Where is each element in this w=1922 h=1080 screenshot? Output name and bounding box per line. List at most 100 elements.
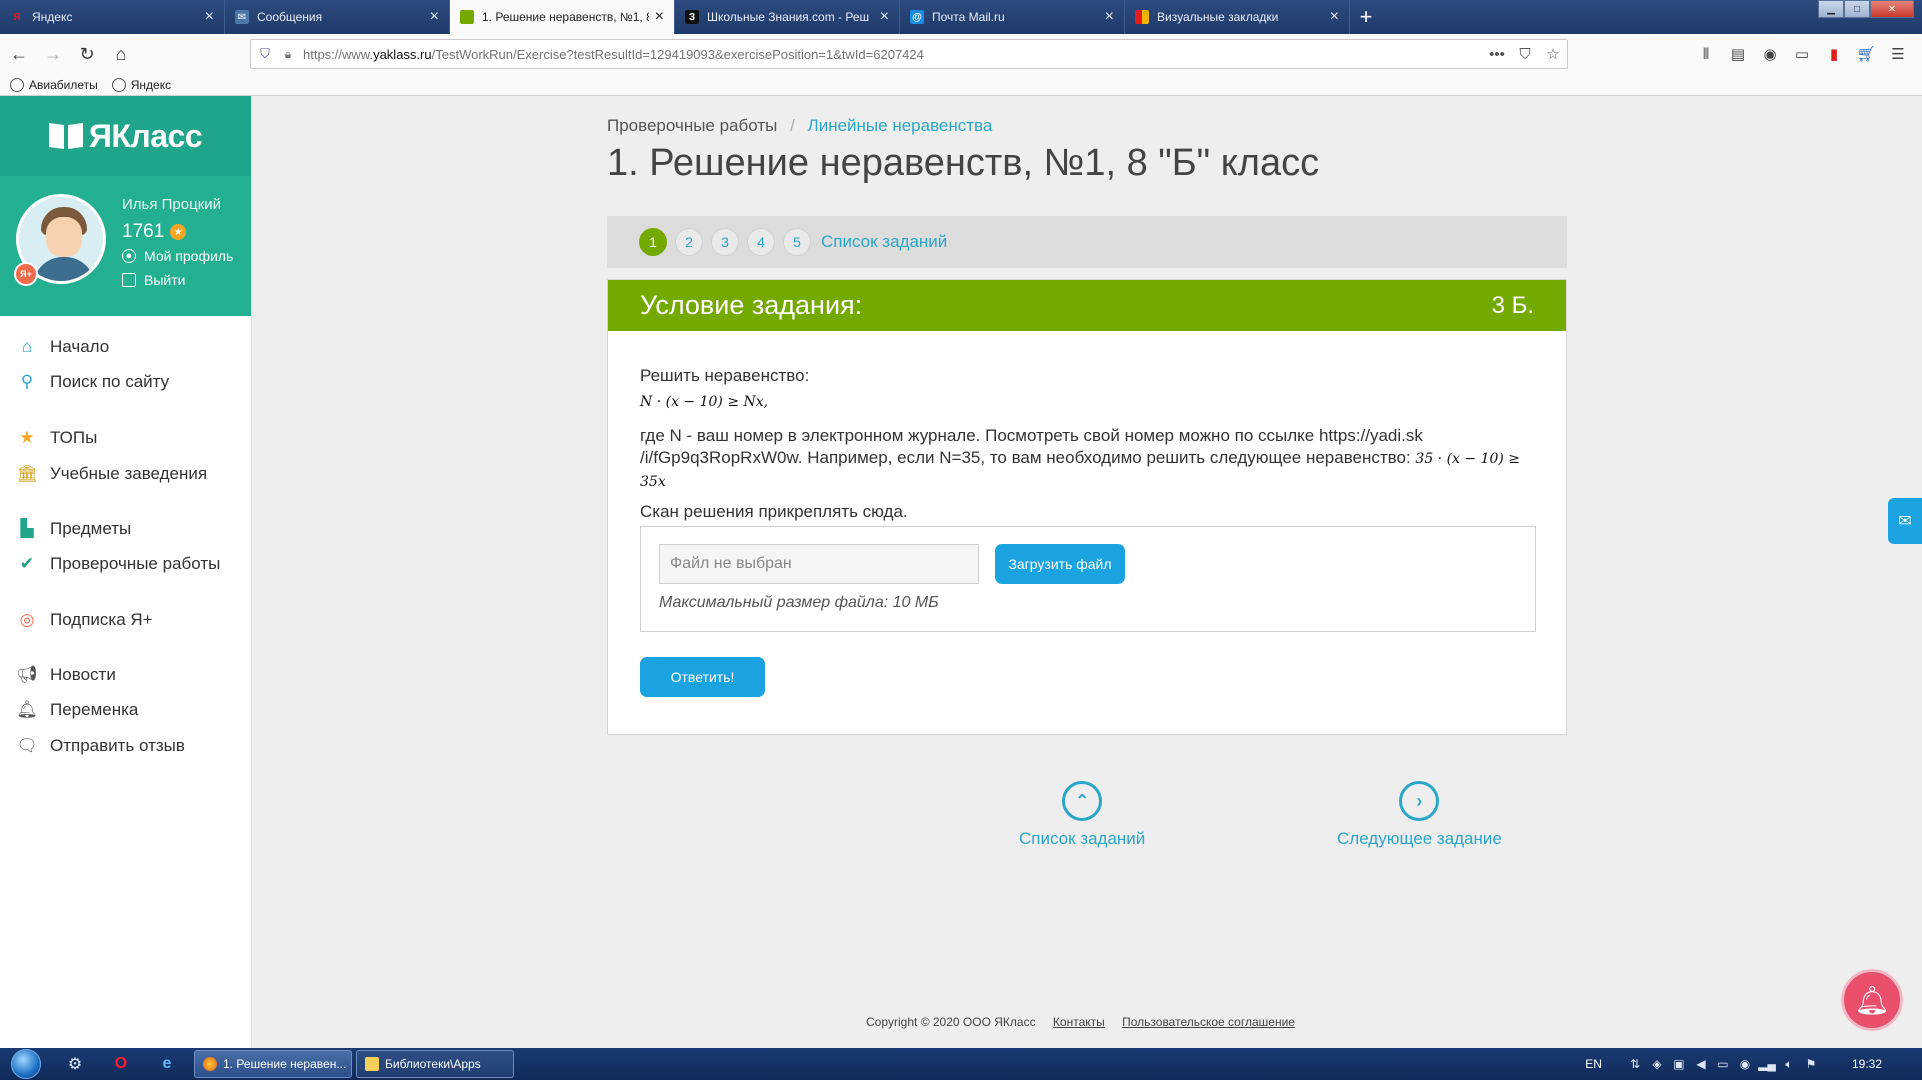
tab-yandex[interactable]: Я Яндекс × xyxy=(0,0,225,34)
taskbar-firefox[interactable]: 1. Решение неравен... xyxy=(194,1050,352,1078)
sidebar-item-tests[interactable]: ✔ Проверочные работы xyxy=(16,553,220,575)
bookmark-yandex[interactable]: Яндекс xyxy=(111,77,171,92)
back-button[interactable]: ← xyxy=(4,39,34,69)
forward-button[interactable]: → xyxy=(38,39,68,69)
language-indicator[interactable]: EN xyxy=(1585,1057,1602,1071)
opera-icon[interactable]: O xyxy=(98,1048,144,1080)
network-tray-icon[interactable]: ⇅ xyxy=(1624,1057,1646,1071)
yaklass-logo[interactable]: ЯКласс xyxy=(0,96,251,176)
close-tab-icon[interactable]: × xyxy=(880,9,889,25)
tab-messages[interactable]: ✉ Сообщения × xyxy=(225,0,450,34)
bookmark-aviabilety[interactable]: Авиабилеты xyxy=(10,77,98,92)
display-tray-icon[interactable]: ▭ xyxy=(1712,1057,1734,1071)
bookmark-star-icon[interactable]: ☆ xyxy=(1539,45,1567,63)
url-text[interactable]: https://www.yaklass.ru/TestWorkRun/Exerc… xyxy=(297,47,1483,62)
signal-icon[interactable]: ▂▄ xyxy=(1756,1057,1778,1071)
quicklaunch-app-icon[interactable]: ⚙ xyxy=(52,1048,98,1080)
sidebar-icon[interactable]: ▤ xyxy=(1722,40,1754,68)
home-button[interactable]: ⌂ xyxy=(106,39,136,69)
library-icon[interactable]: ⫴ xyxy=(1690,40,1722,68)
question-number-4[interactable]: 4 xyxy=(747,228,775,256)
megaphone-icon: 📢︎ xyxy=(16,665,38,684)
task-header-title: Условие задания: xyxy=(640,290,863,320)
task-list-link[interactable]: Список заданий xyxy=(821,232,947,252)
yandex-bookmark-icon[interactable]: ▮ xyxy=(1818,40,1850,68)
bookmarks-bar: Авиабилеты Яндекс xyxy=(0,74,1922,96)
upload-box: Файл не выбран Загрузить файл Максимальн… xyxy=(640,526,1536,632)
tab-yaklass[interactable]: 1. Решение неравенств, №1, 8 × xyxy=(450,0,675,34)
sidebar-item-subjects[interactable]: ▙ Предметы xyxy=(16,518,131,540)
account-icon[interactable]: ◉ xyxy=(1754,40,1786,68)
clock[interactable]: 19:32 xyxy=(1852,1057,1882,1071)
shield-icon[interactable]: ⛉ xyxy=(251,46,279,62)
file-input[interactable]: Файл не выбран xyxy=(659,544,979,584)
sidebar-item-feedback[interactable]: 🗨︎ Отправить отзыв xyxy=(16,735,185,757)
cart-icon[interactable]: 🛒︎ xyxy=(1850,40,1882,68)
volume-icon[interactable]: 🔈︎ xyxy=(1778,1057,1800,1072)
close-tab-icon[interactable]: × xyxy=(1330,9,1339,25)
start-button[interactable] xyxy=(0,1048,52,1080)
close-tab-icon[interactable]: × xyxy=(205,9,214,25)
user-name[interactable]: Илья Процкий xyxy=(122,196,221,213)
url-bar[interactable]: ⛉ 🔒︎ https://www.yaklass.ru/TestWorkRun/… xyxy=(250,39,1568,69)
question-number-2[interactable]: 2 xyxy=(675,228,703,256)
question-number-3[interactable]: 3 xyxy=(711,228,739,256)
tab-bookmarks[interactable]: Визуальные закладки × xyxy=(1125,0,1350,34)
question-number-1[interactable]: 1 xyxy=(639,228,667,256)
maximize-button[interactable]: □ xyxy=(1844,0,1870,18)
sidebar-item-home[interactable]: ⌂ Начало xyxy=(16,336,109,358)
task-header: Условие задания: 3 Б. xyxy=(608,280,1566,331)
taskbar-explorer[interactable]: Библиотеки\Apps xyxy=(356,1050,514,1078)
tab-mail[interactable]: @ Почта Mail.ru × xyxy=(900,0,1125,34)
upload-file-button[interactable]: Загрузить файл xyxy=(995,544,1125,584)
page-actions-icon[interactable]: ••• xyxy=(1483,46,1511,63)
breadcrumb-current[interactable]: Линейные неравенства xyxy=(808,116,993,135)
new-tab-button[interactable]: + xyxy=(1350,0,1382,34)
breadcrumb-home[interactable]: Проверочные работы xyxy=(607,116,777,135)
sidebar-item-news[interactable]: 📢︎ Новости xyxy=(16,664,116,686)
sidebar-item-subscription[interactable]: ◎ Подписка Я+ xyxy=(16,609,153,631)
lock-icon[interactable]: 🔒︎ xyxy=(279,47,297,62)
answer-button[interactable]: Ответить! xyxy=(640,657,765,697)
close-tab-icon[interactable]: × xyxy=(655,9,664,25)
task-text-3: Скан решения прикреплять сюда. xyxy=(640,502,908,521)
contacts-link[interactable]: Контакты xyxy=(1053,1015,1105,1029)
menu-icon[interactable]: ☰ xyxy=(1882,40,1914,68)
app-tray-icon[interactable]: ◈ xyxy=(1646,1057,1668,1071)
app-tray-icon-2[interactable]: ▣ xyxy=(1668,1057,1690,1071)
nav-task-list[interactable]: ⌃ Список заданий xyxy=(1019,781,1145,849)
security-tray-icon[interactable]: ◉ xyxy=(1734,1057,1756,1071)
flag-icon[interactable]: ⚑ xyxy=(1800,1057,1822,1071)
close-window-button[interactable]: ✕ xyxy=(1870,0,1914,18)
ie-icon[interactable]: e xyxy=(144,1048,190,1080)
chevron-right-icon: › xyxy=(1399,781,1440,821)
minimize-button[interactable]: ▁ xyxy=(1818,0,1844,18)
agreement-link[interactable]: Пользовательское соглашение xyxy=(1122,1015,1295,1029)
taskbar: ⚙ O e 1. Решение неравен... Библиотеки\A… xyxy=(0,1048,1922,1080)
nav-next-task[interactable]: › Следующее задание xyxy=(1337,781,1502,849)
sidebar-item-break[interactable]: 🔔︎ Переменка xyxy=(16,699,138,721)
logout-link[interactable]: Выйти xyxy=(122,272,185,288)
notification-bell-icon[interactable]: 🔔︎ xyxy=(1841,969,1903,1031)
tab-title: Визуальные закладки xyxy=(1157,10,1279,24)
formula-1: N · (x − 10) ≥ Nx, xyxy=(640,394,769,410)
sidebar-item-search[interactable]: ⚲ Поиск по сайту xyxy=(16,371,169,393)
tab-znanija[interactable]: З Школьные Знания.com - Реш × xyxy=(675,0,900,34)
question-number-5[interactable]: 5 xyxy=(783,228,811,256)
sidebar-item-schools[interactable]: 🏛︎ Учебные заведения xyxy=(16,463,207,485)
breadcrumb-separator: / xyxy=(790,116,795,135)
extension-icon[interactable]: ▭ xyxy=(1786,40,1818,68)
reload-button[interactable]: ↻ xyxy=(72,39,102,69)
sidebar-item-tops[interactable]: ★ ТОПы xyxy=(16,427,97,449)
pocket-icon[interactable]: ⛉ xyxy=(1511,46,1539,63)
speaker-muted-icon[interactable]: ◀ xyxy=(1690,1057,1712,1071)
feedback-mail-icon[interactable]: ✉ xyxy=(1888,498,1922,544)
tab-title: Почта Mail.ru xyxy=(932,10,1005,24)
close-tab-icon[interactable]: × xyxy=(430,9,439,25)
task-text-2: /i/fGp9q3RopRxW0w. Например, если N=35, … xyxy=(640,447,1534,493)
yandex-icon: Я xyxy=(13,11,21,23)
task-text-2a: где N - ваш номер в электронном журнале.… xyxy=(640,426,1423,445)
logout-icon xyxy=(122,273,136,287)
close-tab-icon[interactable]: × xyxy=(1105,9,1114,25)
profile-link[interactable]: ● Мой профиль xyxy=(122,248,233,264)
